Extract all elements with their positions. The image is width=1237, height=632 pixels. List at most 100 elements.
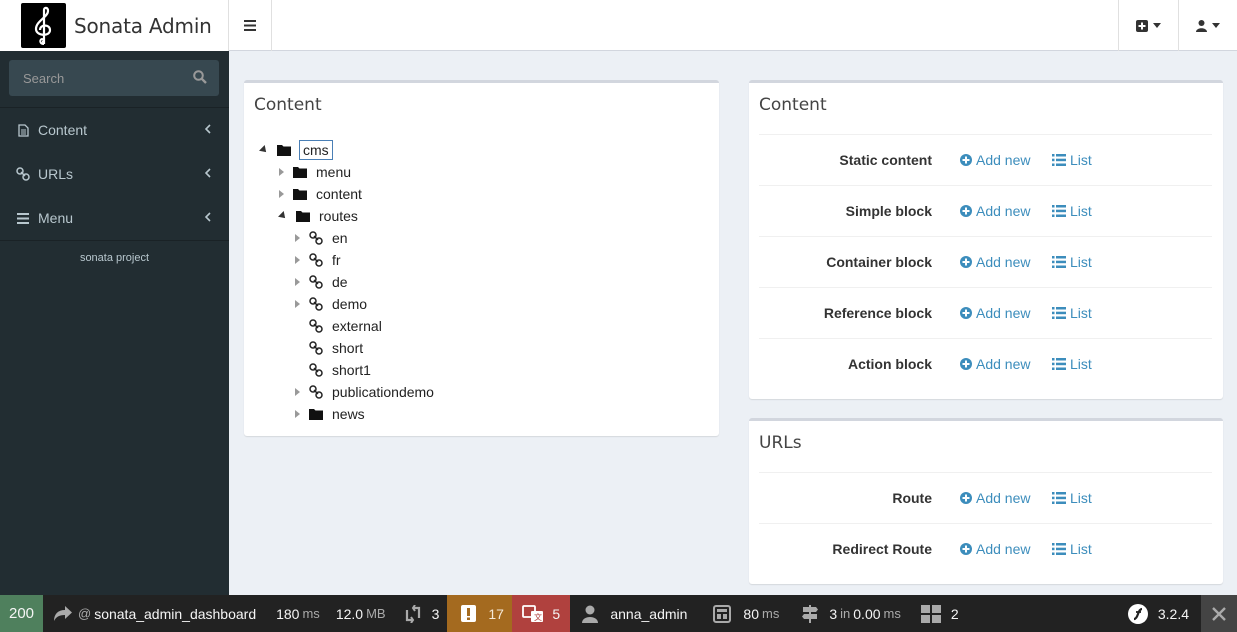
tree-node[interactable]: news [295, 403, 365, 425]
collapsed-arrow-icon[interactable] [295, 388, 300, 396]
tree-node[interactable]: content [279, 183, 362, 205]
twig-panel[interactable]: 80 ms [695, 595, 787, 632]
security-panel[interactable]: anna_admin [570, 595, 695, 632]
list-icon [1052, 543, 1066, 555]
link-icon [309, 297, 323, 311]
share-arrow-icon [54, 606, 72, 621]
route-prefix: @ [78, 606, 92, 621]
tree-node[interactable]: short [295, 337, 363, 359]
chevron-down-icon [1212, 23, 1220, 28]
time-value: 180 [276, 605, 300, 622]
add-new-link[interactable]: Add new [960, 203, 1030, 219]
debug-toolbar: 200 @ sonata_admin_dashboard 180 ms 12.0… [0, 595, 1237, 632]
forms-icon [405, 604, 420, 623]
translations-panel[interactable]: 文 5 [512, 595, 571, 632]
tree-node[interactable]: publicationdemo [295, 381, 434, 403]
add-menu-button[interactable] [1118, 0, 1178, 51]
blocks-panel[interactable]: 2 [909, 595, 967, 632]
collapsed-arrow-icon[interactable] [295, 256, 300, 264]
route-panel[interactable]: @ sonata_admin_dashboard [43, 595, 264, 632]
list-link[interactable]: List [1052, 254, 1092, 270]
tree-node[interactable]: routes [278, 205, 358, 227]
tree-node[interactable]: en [295, 227, 348, 249]
treble-clef-logo-icon [21, 3, 66, 48]
expanded-arrow-icon[interactable] [278, 211, 288, 221]
db-unit: ms [883, 606, 901, 621]
collapsed-arrow-icon[interactable] [295, 278, 300, 286]
search-icon[interactable] [193, 70, 207, 84]
add-new-label: Add new [976, 356, 1031, 372]
add-new-link[interactable]: Add new [960, 541, 1030, 557]
tree-node-label: en [332, 230, 348, 246]
user-icon [1196, 19, 1207, 32]
list-link[interactable]: List [1052, 152, 1092, 168]
search-input[interactable]: Search [9, 60, 219, 96]
logs-panel[interactable]: 17 [447, 595, 513, 632]
admin-row: Simple block Add new List [759, 185, 1212, 236]
tree-node[interactable]: fr [295, 249, 341, 271]
tree-node[interactable]: external [295, 315, 382, 337]
logo-link[interactable]: Sonata Admin [0, 0, 229, 51]
admin-label: Route [892, 490, 932, 506]
plus-circle-icon [960, 205, 972, 217]
twig-time: 80 [743, 605, 759, 622]
collapsed-arrow-icon[interactable] [295, 410, 300, 418]
collapsed-arrow-icon[interactable] [279, 190, 284, 198]
tree-node[interactable]: menu [279, 161, 351, 183]
translation-icon: 文 [522, 604, 544, 622]
forms-panel[interactable]: 3 [394, 595, 448, 632]
memory-panel[interactable]: 12.0 MB [328, 595, 394, 632]
db-time: 0.00 [853, 605, 881, 622]
tree-node[interactable]: short1 [295, 359, 371, 381]
top-header: Sonata Admin [0, 0, 1237, 51]
translations-count: 5 [552, 605, 561, 622]
tree-node-cms[interactable]: cms [259, 139, 333, 161]
sidebar-toggle-button[interactable] [229, 0, 272, 51]
expanded-arrow-icon[interactable] [259, 145, 269, 155]
sidebar-item-menu[interactable]: Menu [0, 196, 229, 240]
folder-icon [293, 189, 307, 200]
plus-square-icon [1136, 19, 1148, 32]
symfony-logo-icon [1127, 603, 1148, 624]
username: anna_admin [610, 605, 688, 622]
db-query-count: 3 [829, 605, 838, 622]
sidebar-item-content[interactable]: Content [0, 108, 229, 152]
list-label: List [1070, 305, 1092, 321]
sidebar: Search Content URLs Menu sonata project [0, 51, 229, 595]
time-unit: ms [302, 606, 320, 621]
content-admin-box: Content Static content Add new List Simple … [749, 80, 1223, 399]
layout-icon [713, 604, 732, 623]
tree-node[interactable]: demo [295, 293, 367, 315]
add-new-link[interactable]: Add new [960, 490, 1030, 506]
symfony-version-panel[interactable]: 3.2.4 [1120, 595, 1201, 632]
list-link[interactable]: List [1052, 490, 1092, 506]
plus-circle-icon [960, 543, 972, 555]
link-icon [309, 341, 323, 355]
list-link[interactable]: List [1052, 305, 1092, 321]
box-title: Content [254, 95, 322, 115]
grid-icon [920, 604, 941, 623]
user-menu-button[interactable] [1178, 0, 1237, 51]
plus-circle-icon [960, 307, 972, 319]
add-new-link[interactable]: Add new [960, 305, 1030, 321]
list-link[interactable]: List [1052, 541, 1092, 557]
collapsed-arrow-icon[interactable] [279, 168, 284, 176]
close-toolbar-button[interactable] [1201, 595, 1237, 632]
add-new-link[interactable]: Add new [960, 356, 1030, 372]
box-title: Content [759, 95, 827, 115]
time-panel[interactable]: 180 ms [264, 595, 328, 632]
add-new-link[interactable]: Add new [960, 254, 1030, 270]
database-panel[interactable]: 3 in 0.00 ms [787, 595, 909, 632]
tree-node[interactable]: de [295, 271, 348, 293]
plus-circle-icon [960, 492, 972, 504]
add-new-link[interactable]: Add new [960, 152, 1030, 168]
list-link[interactable]: List [1052, 203, 1092, 219]
collapsed-arrow-icon[interactable] [295, 234, 300, 242]
admin-label: Action block [847, 356, 932, 372]
file-text-icon [16, 123, 30, 137]
list-label: List [1070, 490, 1092, 506]
collapsed-arrow-icon[interactable] [295, 300, 300, 308]
sidebar-item-urls[interactable]: URLs [0, 152, 229, 196]
status-code-badge[interactable]: 200 [0, 595, 43, 632]
list-link[interactable]: List [1052, 356, 1092, 372]
